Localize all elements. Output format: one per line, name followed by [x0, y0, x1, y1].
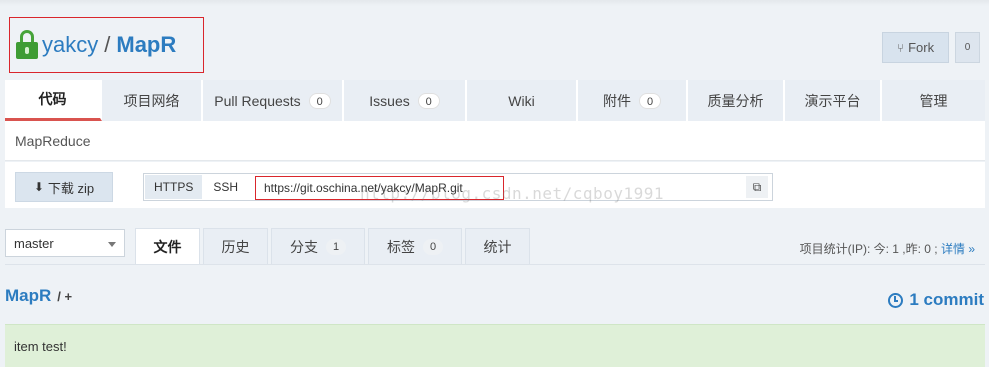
tab-wiki[interactable]: Wiki [467, 80, 578, 121]
tab-pull-requests[interactable]: Pull Requests 0 [203, 80, 344, 121]
tab-label: 历史 [221, 239, 250, 255]
tab-label: 统计 [483, 239, 512, 255]
breadcrumb-repo-link[interactable]: MapR [5, 286, 51, 306]
repo-name-link[interactable]: MapR [116, 32, 176, 58]
repo-nav: 代码 项目网络 Pull Requests 0 Issues 0 Wiki 附件 0 … [5, 80, 985, 121]
count-badge: 0 [308, 92, 331, 109]
download-label: 下载 zip [47, 180, 95, 196]
add-file-button[interactable]: / + [57, 289, 72, 304]
tab-label: 演示平台 [804, 92, 861, 109]
repo-owner-link[interactable]: yakcy [42, 32, 98, 58]
clock-icon [888, 292, 904, 308]
tab-label: 文件 [153, 239, 182, 255]
repo-separator: / [104, 32, 111, 57]
tab-tags[interactable]: 标签 0 [368, 228, 462, 265]
tab-label: 项目网络 [123, 92, 180, 109]
tab-label: 质量分析 [707, 92, 764, 109]
code-tabs: 文件 历史 分支 1 标签 0 统计 [135, 228, 533, 265]
watermark: http://blog.csdn.net/cqboy1991 [360, 184, 664, 203]
copy-icon: ⧉ [752, 179, 762, 194]
tab-network[interactable]: 项目网络 [102, 80, 203, 121]
project-stats: 项目统计(IP): 今: 1 ,昨: 0 ; 详情 » [800, 240, 975, 257]
tab-stats[interactable]: 统计 [465, 228, 530, 265]
description-text: MapReduce [15, 132, 91, 149]
commit-message-text: item test! [14, 338, 67, 354]
breadcrumb: MapR / + [5, 286, 72, 306]
https-button[interactable]: HTTPS [145, 175, 203, 199]
copy-button[interactable]: ⧉ [746, 176, 768, 198]
repo-description: MapReduce [5, 121, 985, 161]
download-zip-button[interactable]: ⬇ 下载 zip [15, 172, 113, 202]
tab-quality[interactable]: 质量分析 [688, 80, 785, 121]
tab-branches[interactable]: 分支 1 [271, 228, 365, 265]
lock-icon [16, 30, 38, 60]
tab-label: 标签 [387, 239, 415, 255]
tab-divider [5, 264, 985, 265]
count-badge: 0 [423, 239, 443, 255]
chevron-down-icon [108, 242, 116, 247]
tab-code[interactable]: 代码 [5, 80, 102, 121]
fork-count[interactable]: 0 [955, 32, 980, 63]
count-badge: 0 [639, 92, 661, 109]
count-badge: 1 [326, 239, 346, 255]
tab-files[interactable]: 文件 [135, 228, 200, 265]
fork-button[interactable]: ⑂ Fork [882, 32, 949, 63]
tab-issues[interactable]: Issues 0 [344, 80, 467, 121]
fork-label: Fork [908, 40, 935, 55]
repo-title: yakcy / MapR [9, 17, 204, 73]
tab-history[interactable]: 历史 [203, 228, 268, 265]
fork-icon: ⑂ [896, 40, 905, 55]
stats-details-link[interactable]: 详情 » [941, 242, 975, 256]
ssh-button[interactable]: SSH [204, 175, 247, 199]
tab-label: Pull Requests [214, 92, 301, 109]
commits-link[interactable]: 1 commit [888, 290, 984, 310]
tab-label: 附件 [603, 92, 631, 109]
tab-attachments[interactable]: 附件 0 [578, 80, 688, 121]
top-bar [0, 0, 989, 6]
last-commit-message: item test! [5, 324, 985, 367]
tab-label: 代码 [38, 91, 67, 107]
tab-label: 分支 [290, 239, 318, 255]
tab-admin[interactable]: 管理 [882, 80, 985, 121]
tab-label: Wiki [508, 92, 535, 109]
tab-label: 管理 [919, 92, 948, 109]
branch-select[interactable]: master [5, 229, 125, 257]
download-icon: ⬇ [33, 180, 44, 194]
stats-text: 项目统计(IP): 今: 1 ,昨: 0 ; [799, 242, 938, 256]
branch-selected: master [14, 235, 54, 251]
count-badge: 0 [417, 92, 440, 109]
tab-demo[interactable]: 演示平台 [785, 80, 882, 121]
tab-label: Issues [369, 92, 410, 109]
commits-label: 1 commit [909, 290, 984, 309]
